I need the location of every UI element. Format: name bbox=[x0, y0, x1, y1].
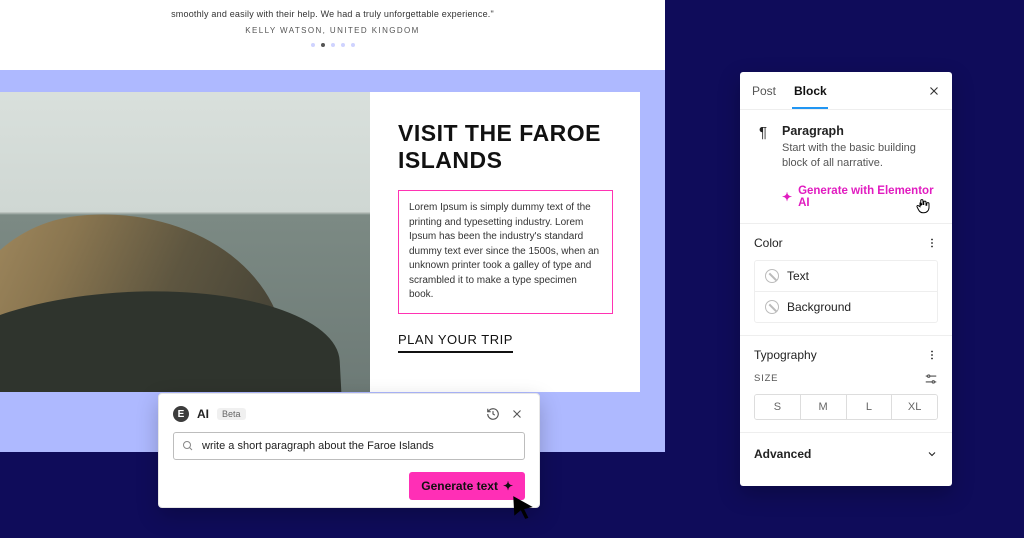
size-segmented-control: S M L XL bbox=[754, 394, 938, 420]
block-header: ¶ Paragraph Start with the basic buildin… bbox=[740, 110, 952, 175]
chevron-down-icon bbox=[926, 448, 938, 460]
sliders-icon[interactable] bbox=[924, 372, 938, 386]
generate-text-button[interactable]: Generate text ✦ bbox=[409, 472, 525, 500]
color-row-background[interactable]: Background bbox=[755, 291, 937, 322]
close-icon[interactable] bbox=[509, 406, 525, 422]
ai-popup: E AI Beta Generate text ✦ bbox=[158, 393, 540, 508]
ai-prompt-field[interactable] bbox=[173, 432, 525, 460]
block-title: Paragraph bbox=[782, 124, 938, 138]
size-option-s[interactable]: S bbox=[755, 395, 801, 419]
paragraph-icon: ¶ bbox=[754, 124, 772, 171]
panel-close-icon[interactable] bbox=[928, 85, 940, 97]
hero-card: VISIT THE FAROE ISLANDS Lorem Ipsum is s… bbox=[0, 92, 640, 392]
sparkle-icon: ✦ bbox=[503, 479, 513, 493]
tab-post[interactable]: Post bbox=[752, 72, 776, 109]
page-canvas: smoothly and easily with their help. We … bbox=[0, 0, 665, 452]
color-section: Color Text Background bbox=[740, 223, 952, 335]
no-color-swatch-icon bbox=[765, 269, 779, 283]
size-option-xl[interactable]: XL bbox=[892, 395, 937, 419]
testimonial-quote: smoothly and easily with their help. We … bbox=[0, 8, 665, 20]
selected-paragraph[interactable]: Lorem Ipsum is simply dummy text of the … bbox=[398, 190, 613, 314]
no-color-swatch-icon bbox=[765, 300, 779, 314]
hand-cursor-icon bbox=[914, 197, 932, 215]
size-option-m[interactable]: M bbox=[801, 395, 847, 419]
kebab-menu-icon[interactable] bbox=[926, 349, 938, 361]
testimonial-author: KELLY WATSON, UNITED KINGDOM bbox=[0, 26, 665, 35]
color-row-text[interactable]: Text bbox=[755, 261, 937, 291]
ai-popup-header: E AI Beta bbox=[173, 406, 525, 422]
block-description: Start with the basic building block of a… bbox=[782, 141, 938, 171]
hero-text: VISIT THE FAROE ISLANDS Lorem Ipsum is s… bbox=[370, 92, 640, 392]
elementor-logo-icon: E bbox=[173, 406, 189, 422]
sparkle-icon: ✦ bbox=[782, 190, 792, 204]
panel-tabs: Post Block bbox=[740, 72, 952, 110]
testimonial-block: smoothly and easily with their help. We … bbox=[0, 0, 665, 70]
typography-section: Typography SIZE S M L XL bbox=[740, 335, 952, 432]
ai-title: AI bbox=[197, 407, 209, 421]
block-inspector-panel: Post Block ¶ Paragraph Start with the ba… bbox=[740, 72, 952, 486]
hero-image bbox=[0, 92, 370, 392]
cursor-pointer-icon bbox=[510, 494, 536, 520]
testimonial-pager[interactable] bbox=[0, 43, 665, 47]
size-option-l[interactable]: L bbox=[847, 395, 893, 419]
size-label: SIZE bbox=[754, 373, 778, 384]
search-icon bbox=[182, 440, 194, 452]
beta-badge: Beta bbox=[217, 408, 246, 420]
history-icon[interactable] bbox=[485, 406, 501, 422]
ai-prompt-input[interactable] bbox=[202, 440, 516, 452]
advanced-section-toggle[interactable]: Advanced bbox=[740, 432, 952, 475]
generate-with-ai-link[interactable]: ✦ Generate with Elementor AI bbox=[740, 175, 952, 223]
color-list: Text Background bbox=[754, 260, 938, 323]
hero-heading: VISIT THE FAROE ISLANDS bbox=[398, 120, 620, 174]
color-heading: Color bbox=[754, 236, 783, 250]
tab-block[interactable]: Block bbox=[794, 72, 827, 109]
typography-heading: Typography bbox=[754, 348, 817, 362]
plan-trip-link[interactable]: PLAN YOUR TRIP bbox=[398, 332, 513, 353]
kebab-menu-icon[interactable] bbox=[926, 237, 938, 249]
